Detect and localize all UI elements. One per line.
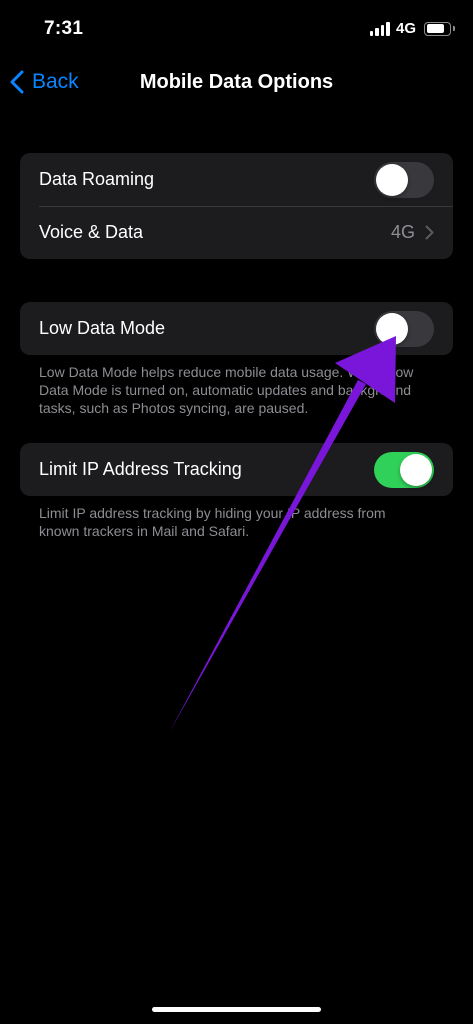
navigation-bar: Back Mobile Data Options bbox=[0, 60, 473, 110]
low-data-mode-footer: Low Data Mode helps reduce mobile data u… bbox=[39, 364, 414, 416]
status-time: 7:31 bbox=[44, 18, 84, 39]
limit-ip-group: Limit IP Address Tracking bbox=[20, 443, 453, 496]
network-type: 4G bbox=[395, 20, 416, 37]
data-roaming-label: Data Roaming bbox=[39, 169, 155, 189]
toggle-knob bbox=[400, 453, 432, 486]
home-indicator[interactable] bbox=[152, 1007, 321, 1012]
limit-ip-toggle[interactable] bbox=[374, 451, 434, 488]
low-data-mode-label: Low Data Mode bbox=[39, 318, 166, 338]
data-roaming-toggle[interactable] bbox=[374, 161, 434, 198]
status-bar: 7:31 4G bbox=[0, 0, 473, 60]
low-data-mode-group: Low Data Mode bbox=[20, 302, 453, 355]
toggle-knob bbox=[376, 163, 408, 196]
battery-icon bbox=[424, 21, 455, 36]
toggle-knob bbox=[376, 312, 408, 345]
low-data-mode-toggle[interactable] bbox=[374, 310, 434, 347]
limit-ip-row: Limit IP Address Tracking bbox=[20, 443, 453, 496]
low-data-mode-row: Low Data Mode bbox=[20, 302, 453, 355]
chevron-right-icon bbox=[425, 225, 434, 240]
limit-ip-footer: Limit IP address tracking by hiding your… bbox=[39, 505, 386, 539]
voice-data-row[interactable]: Voice & Data 4G bbox=[20, 206, 453, 259]
status-indicators: 4G bbox=[369, 20, 455, 37]
voice-data-value: 4G bbox=[390, 222, 415, 242]
page-title: Mobile Data Options bbox=[139, 71, 334, 93]
voice-data-label: Voice & Data bbox=[39, 222, 144, 242]
data-roaming-row: Data Roaming bbox=[20, 153, 453, 206]
cellular-signal-icon bbox=[369, 21, 390, 36]
limit-ip-label: Limit IP Address Tracking bbox=[39, 459, 242, 479]
roaming-voice-group: Data Roaming Voice & Data 4G bbox=[20, 153, 453, 259]
